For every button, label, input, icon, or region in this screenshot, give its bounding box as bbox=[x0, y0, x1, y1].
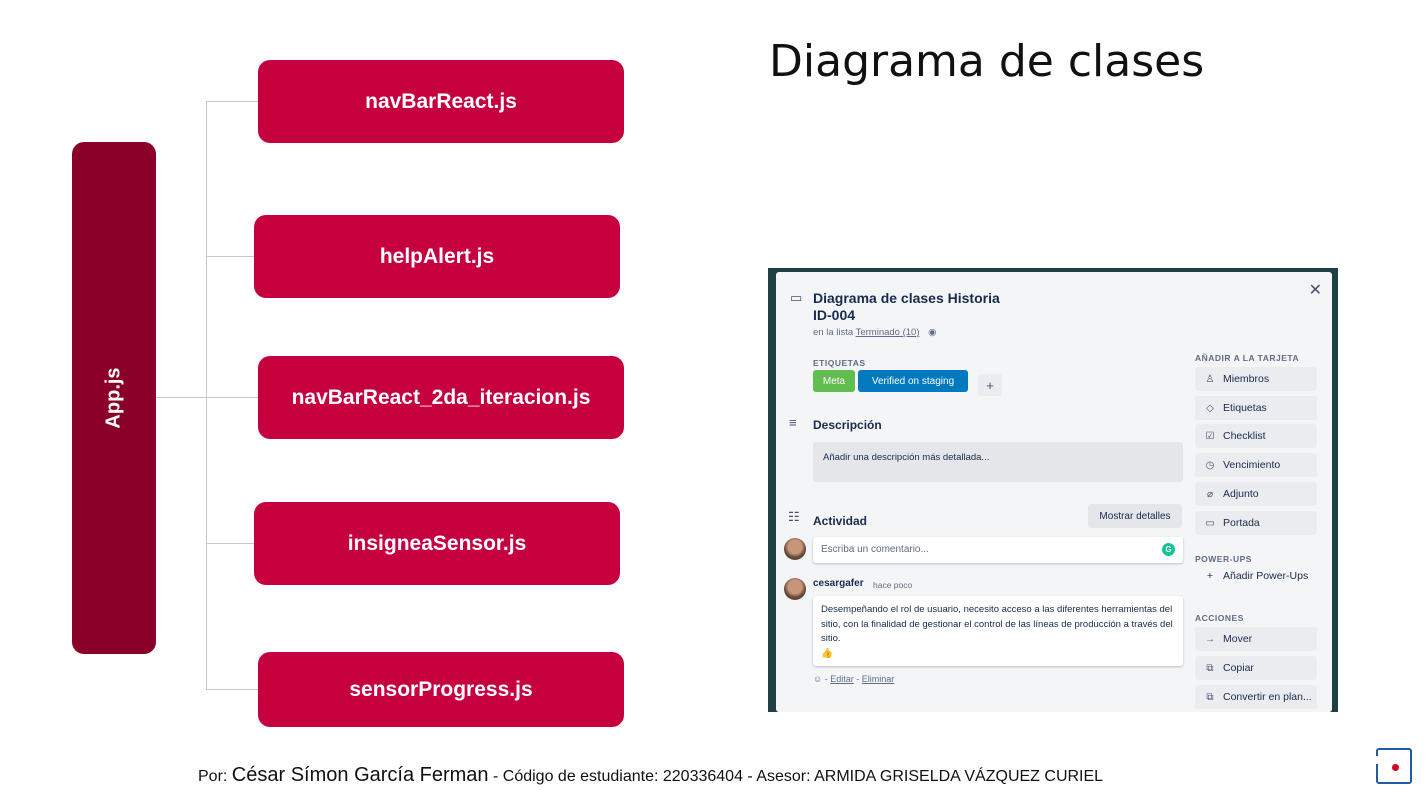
component-navbarreact-2da: navBarReact_2da_iteracion.js bbox=[258, 356, 624, 439]
component-sensorprogress: sensorProgress.js bbox=[258, 652, 624, 727]
app-root-box: App.js bbox=[72, 142, 156, 654]
attachment-button[interactable]: ⌀ Adjunto bbox=[1195, 482, 1317, 506]
card-modal: ▭ Diagrama de clases Historia ID-004 en … bbox=[776, 272, 1332, 712]
comment-actions: ☺ - Editar - Eliminar bbox=[813, 674, 895, 684]
comment-input[interactable]: Escriba un comentario... G bbox=[813, 537, 1183, 563]
activity-icon: ☷ bbox=[788, 509, 800, 524]
arrow-right-icon: → bbox=[1205, 633, 1215, 645]
checklist-label: Checklist bbox=[1223, 430, 1266, 442]
comment-body: Desempeñando el rol de usuario, necesito… bbox=[813, 596, 1183, 666]
copy-icon: ⧉ bbox=[1206, 662, 1214, 674]
attachment-label: Adjunto bbox=[1223, 488, 1259, 500]
label-meta[interactable]: Meta bbox=[813, 370, 855, 392]
powerups-heading: POWER-UPS bbox=[1195, 554, 1252, 564]
current-user-avatar bbox=[784, 538, 806, 560]
add-powerups-button[interactable]: + Añadir Power-Ups bbox=[1195, 566, 1317, 586]
actions-heading: ACCIONES bbox=[1195, 613, 1244, 623]
connector-2 bbox=[206, 256, 254, 257]
copy-button[interactable]: ⧉ Copiar bbox=[1195, 656, 1317, 680]
eye-icon[interactable]: ◉ bbox=[928, 327, 936, 338]
grammarly-icon[interactable]: G bbox=[1162, 543, 1175, 556]
clock-icon: ◷ bbox=[1205, 459, 1215, 471]
plus-icon: + bbox=[1206, 570, 1214, 582]
convert-template-label: Convertir en plan... bbox=[1223, 691, 1312, 703]
footer-prefix: Por: bbox=[198, 768, 232, 785]
add-powerups-label: Añadir Power-Ups bbox=[1223, 570, 1309, 582]
labels-heading: ETIQUETAS bbox=[813, 358, 866, 368]
app-root-label: App.js bbox=[102, 367, 125, 429]
description-heading: Descripción bbox=[813, 418, 882, 432]
comment-author-avatar bbox=[784, 578, 806, 600]
checklist-icon: ☑ bbox=[1205, 430, 1215, 442]
delete-link[interactable]: Eliminar bbox=[862, 674, 895, 684]
connector-trunk bbox=[206, 101, 207, 690]
card-title-line2: ID-004 bbox=[813, 307, 856, 323]
show-details-button[interactable]: Mostrar detalles bbox=[1088, 504, 1182, 528]
paperclip-icon: ⌀ bbox=[1206, 488, 1214, 500]
close-icon[interactable]: ✕ bbox=[1309, 280, 1322, 300]
connector-3 bbox=[206, 397, 258, 398]
description-input[interactable]: Añadir una descripción más detallada... bbox=[813, 442, 1183, 482]
due-date-button[interactable]: ◷ Vencimiento bbox=[1195, 453, 1317, 477]
members-label: Miembros bbox=[1223, 373, 1270, 385]
comment-placeholder: Escriba un comentario... bbox=[821, 544, 929, 555]
footer-author: César Símon García Ferman bbox=[231, 764, 489, 786]
members-button[interactable]: ♙ Miembros bbox=[1195, 367, 1317, 391]
labels-button[interactable]: ◇ Etiquetas bbox=[1195, 396, 1317, 420]
component-helpalert: helpAlert.js bbox=[254, 215, 620, 298]
move-label: Mover bbox=[1223, 633, 1253, 645]
show-details-label: Mostrar detalles bbox=[1099, 510, 1171, 522]
description-icon: ≡ bbox=[789, 415, 797, 430]
tag-icon: ◇ bbox=[1206, 402, 1214, 414]
component-navbarreact: navBarReact.js bbox=[258, 60, 624, 143]
template-icon: ⧉ bbox=[1206, 691, 1214, 703]
checklist-button[interactable]: ☑ Checklist bbox=[1195, 424, 1317, 448]
slide-footer: Por: César Símon García Ferman - Código … bbox=[198, 764, 1103, 787]
in-list-text: en la lista Terminado (10) ◉ bbox=[813, 327, 936, 338]
connector-4 bbox=[206, 543, 254, 544]
add-to-card-heading: AÑADIR A LA TARJETA bbox=[1195, 353, 1300, 363]
thumbs-up-emoji: 👍 bbox=[821, 647, 833, 659]
activity-heading: Actividad bbox=[813, 514, 868, 528]
copy-label: Copiar bbox=[1223, 662, 1254, 674]
slide-title: Diagrama de clases bbox=[769, 36, 1205, 87]
cover-icon: ▭ bbox=[1205, 517, 1215, 529]
user-icon: ♙ bbox=[1205, 373, 1215, 385]
cover-button[interactable]: ▭ Portada bbox=[1195, 511, 1317, 535]
card-title-line1: Diagrama de clases Historia bbox=[813, 290, 1000, 306]
trello-card-screenshot: ▭ Diagrama de clases Historia ID-004 en … bbox=[768, 268, 1338, 712]
footer-rest: - Código de estudiante: 220336404 - Ases… bbox=[488, 768, 1104, 785]
convert-template-button[interactable]: ⧉ Convertir en plan... bbox=[1195, 685, 1317, 709]
connector-5 bbox=[206, 689, 258, 690]
due-date-label: Vencimiento bbox=[1223, 459, 1281, 471]
edit-link[interactable]: Editar bbox=[830, 674, 854, 684]
label-verified-on-staging[interactable]: Verified on staging bbox=[858, 370, 968, 392]
move-button[interactable]: → Mover bbox=[1195, 627, 1317, 651]
add-label-button[interactable]: + bbox=[978, 374, 1002, 396]
list-link[interactable]: Terminado (10) bbox=[856, 327, 920, 338]
labels-label: Etiquetas bbox=[1223, 402, 1267, 414]
comment-text: Desempeñando el rol de usuario, necesito… bbox=[821, 604, 1173, 644]
cover-label: Portada bbox=[1223, 517, 1260, 529]
connector-root bbox=[156, 397, 206, 398]
connector-1 bbox=[206, 101, 258, 102]
card-title[interactable]: Diagrama de clases Historia ID-004 bbox=[813, 290, 1033, 324]
card-icon: ▭ bbox=[790, 290, 803, 305]
corner-logo-icon bbox=[1375, 748, 1412, 784]
comment-author[interactable]: cesargafer bbox=[813, 578, 864, 589]
reaction-icon[interactable]: ☺ bbox=[813, 674, 822, 684]
comment-time[interactable]: hace poco bbox=[873, 580, 912, 590]
in-list-prefix: en la lista bbox=[813, 327, 856, 338]
component-insigneasensor: insigneaSensor.js bbox=[254, 502, 620, 585]
